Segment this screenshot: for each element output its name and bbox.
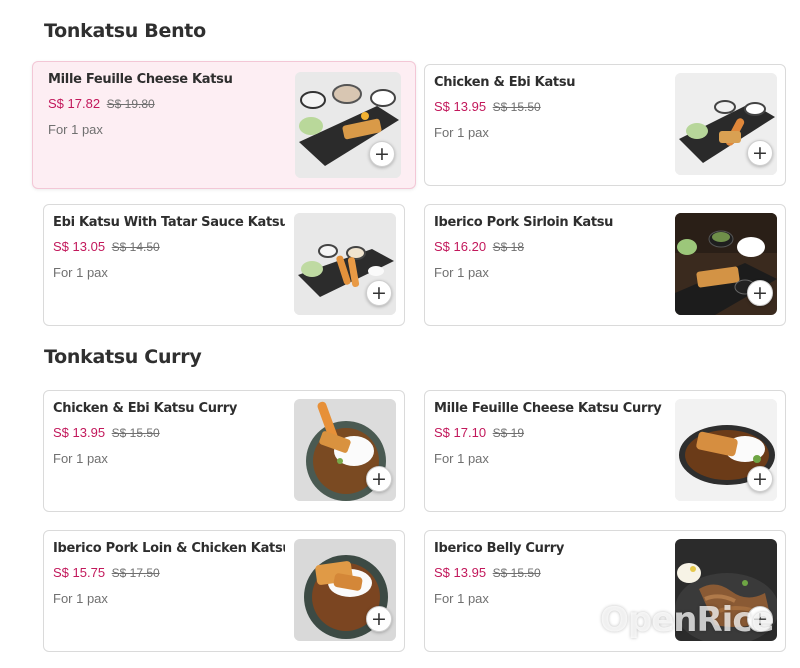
plus-icon: + bbox=[374, 142, 390, 165]
item-original-price: S$ 15.50 bbox=[111, 426, 160, 440]
item-serving: For 1 pax bbox=[434, 591, 489, 606]
item-name: Mille Feuille Cheese Katsu Curry bbox=[434, 401, 662, 416]
menu-item-card[interactable]: Ebi Katsu With Tatar Sauce Katsu S$ 13.0… bbox=[43, 204, 405, 326]
add-to-cart-button[interactable]: + bbox=[747, 280, 773, 306]
item-serving: For 1 pax bbox=[53, 451, 108, 466]
item-price: S$ 13.05 bbox=[53, 239, 106, 254]
add-to-cart-button[interactable]: + bbox=[366, 280, 392, 306]
add-to-cart-button[interactable]: + bbox=[366, 606, 392, 632]
add-to-cart-button[interactable]: + bbox=[747, 466, 773, 492]
item-original-price: S$ 17.50 bbox=[111, 566, 160, 580]
item-price: S$ 13.95 bbox=[53, 425, 106, 440]
item-original-price: S$ 14.50 bbox=[111, 240, 160, 254]
item-original-price: S$ 15.50 bbox=[492, 566, 541, 580]
price-row: S$ 13.95 S$ 15.50 bbox=[434, 565, 541, 580]
menu-item-card[interactable]: Iberico Pork Loin & Chicken Katsu ... S$… bbox=[43, 530, 405, 652]
item-original-price: S$ 15.50 bbox=[492, 100, 541, 114]
item-price: S$ 17.10 bbox=[434, 425, 487, 440]
section-title-tonkatsu-bento: Tonkatsu Bento bbox=[44, 20, 206, 42]
price-row: S$ 17.82 S$ 19.80 bbox=[48, 96, 155, 111]
price-row: S$ 16.20 S$ 18 bbox=[434, 239, 524, 254]
item-original-price: S$ 18 bbox=[492, 240, 525, 254]
add-to-cart-button[interactable]: + bbox=[747, 140, 773, 166]
item-name: Iberico Belly Curry bbox=[434, 541, 565, 556]
item-original-price: S$ 19.80 bbox=[106, 97, 155, 111]
item-price: S$ 13.95 bbox=[434, 565, 487, 580]
plus-icon: + bbox=[752, 467, 768, 490]
item-serving: For 1 pax bbox=[53, 265, 108, 280]
item-name: Iberico Pork Loin & Chicken Katsu ... bbox=[53, 541, 285, 556]
item-serving: For 1 pax bbox=[53, 591, 108, 606]
menu-item-card[interactable]: Mille Feuille Cheese Katsu Curry S$ 17.1… bbox=[424, 390, 786, 512]
item-price: S$ 16.20 bbox=[434, 239, 487, 254]
add-to-cart-button[interactable]: + bbox=[369, 141, 395, 167]
item-name: Mille Feuille Cheese Katsu bbox=[48, 72, 233, 87]
item-name: Ebi Katsu With Tatar Sauce Katsu bbox=[53, 215, 285, 230]
item-serving: For 1 pax bbox=[434, 265, 489, 280]
add-to-cart-button[interactable]: + bbox=[366, 466, 392, 492]
price-row: S$ 15.75 S$ 17.50 bbox=[53, 565, 160, 580]
section-title-tonkatsu-curry: Tonkatsu Curry bbox=[44, 346, 202, 368]
item-serving: For 1 pax bbox=[434, 125, 489, 140]
price-row: S$ 13.95 S$ 15.50 bbox=[53, 425, 160, 440]
plus-icon: + bbox=[371, 467, 387, 490]
item-price: S$ 13.95 bbox=[434, 99, 487, 114]
item-name: Iberico Pork Sirloin Katsu bbox=[434, 215, 614, 230]
item-serving: For 1 pax bbox=[48, 122, 103, 137]
plus-icon: + bbox=[752, 141, 768, 164]
watermark-logo: OpenRice bbox=[600, 600, 775, 640]
price-row: S$ 13.05 S$ 14.50 bbox=[53, 239, 160, 254]
item-name: Chicken & Ebi Katsu bbox=[434, 75, 576, 90]
item-price: S$ 17.82 bbox=[48, 96, 101, 111]
menu-item-card[interactable]: Chicken & Ebi Katsu S$ 13.95 S$ 15.50 Fo… bbox=[424, 64, 786, 186]
item-serving: For 1 pax bbox=[434, 451, 489, 466]
menu-item-card[interactable]: Mille Feuille Cheese Katsu S$ 17.82 S$ 1… bbox=[32, 61, 416, 189]
plus-icon: + bbox=[371, 281, 387, 304]
plus-icon: + bbox=[752, 281, 768, 304]
item-original-price: S$ 19 bbox=[492, 426, 525, 440]
plus-icon: + bbox=[371, 607, 387, 630]
price-row: S$ 17.10 S$ 19 bbox=[434, 425, 524, 440]
price-row: S$ 13.95 S$ 15.50 bbox=[434, 99, 541, 114]
menu-item-card[interactable]: Chicken & Ebi Katsu Curry S$ 13.95 S$ 15… bbox=[43, 390, 405, 512]
menu-item-card[interactable]: Iberico Pork Sirloin Katsu S$ 16.20 S$ 1… bbox=[424, 204, 786, 326]
item-name: Chicken & Ebi Katsu Curry bbox=[53, 401, 238, 416]
item-price: S$ 15.75 bbox=[53, 565, 106, 580]
